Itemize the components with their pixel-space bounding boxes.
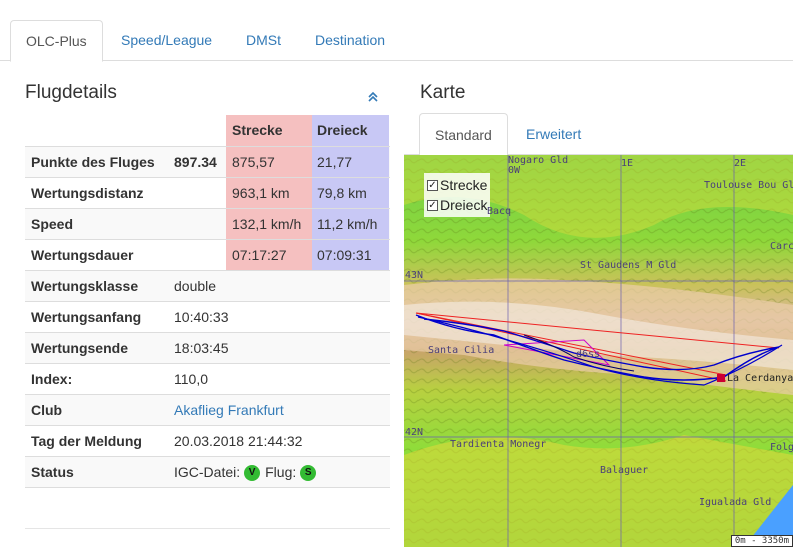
strecke-value: 132,1 km/h <box>226 209 312 240</box>
map-label: 2E <box>734 158 747 169</box>
flight-details-title: Flugdetails <box>25 82 117 103</box>
divider <box>25 528 390 529</box>
map-label: Toulouse Bou Gld <box>704 180 793 191</box>
strecke-value: 875,57 <box>226 147 312 178</box>
row-value: 110,0 <box>174 371 208 387</box>
table-row: Wertungsdauer 07:17:27 07:09:31 <box>25 239 390 271</box>
row-label: Wertungsdauer <box>31 247 134 263</box>
map-label: Folg <box>770 442 793 453</box>
layer-dreieck-label: Dreieck <box>440 197 488 213</box>
map-label: Carc <box>770 241 793 252</box>
table-row: Wertungsklasse double <box>25 270 390 301</box>
flug-label: Flug: <box>265 464 297 480</box>
table-row: Tag der Meldung 20.03.2018 21:44:32 <box>25 425 390 456</box>
row-label: Wertungsanfang <box>31 309 142 325</box>
map-label: Tardienta Monegr <box>450 439 547 450</box>
layer-dreieck[interactable]: ✓ Dreieck <box>427 195 487 215</box>
dreieck-value: 11,2 km/h <box>312 209 389 240</box>
igc-label: IGC-Datei: <box>174 464 241 480</box>
row-value: 18:03:45 <box>174 340 229 356</box>
dreieck-value: 21,77 <box>312 147 389 178</box>
map-label: 42N <box>405 427 424 438</box>
table-row: Club Akaflieg Frankfurt <box>25 394 390 425</box>
tab-standard[interactable]: Standard <box>419 113 508 156</box>
table-header-row: Strecke Dreieck <box>25 115 390 146</box>
map-scale: 0m - 3350m <box>730 535 793 547</box>
strecke-value: 963,1 km <box>226 178 312 209</box>
table-row: Wertungsende 18:03:45 <box>25 332 390 363</box>
map-label: 1E <box>621 158 634 169</box>
map-label: 0W <box>508 165 521 176</box>
tab-erweitert[interactable]: Erweitert <box>511 113 596 155</box>
row-value: 10:40:33 <box>174 309 229 325</box>
club-link[interactable]: Akaflieg Frankfurt <box>174 395 284 426</box>
map-label: Bacq <box>487 206 512 217</box>
map-tabs: Standard Erweitert <box>404 113 793 156</box>
map-title: Karte <box>420 82 466 103</box>
map-label: Igualada Gld <box>699 497 772 508</box>
table-row: Speed 132,1 km/h 11,2 km/h <box>25 208 390 240</box>
map-label: d6ss <box>576 349 601 360</box>
dreieck-value: 79,8 km <box>312 178 389 209</box>
table-row: Wertungsanfang 10:40:33 <box>25 301 390 332</box>
row-label: Club <box>31 402 63 418</box>
layer-strecke-label: Strecke <box>440 177 488 193</box>
map-label: La Cerdanya <box>727 373 793 384</box>
tab-olc-plus[interactable]: OLC-Plus <box>10 20 103 62</box>
row-label: Index: <box>31 371 73 387</box>
row-label: Wertungsklasse <box>31 278 139 294</box>
table-row: Punkte des Fluges 897.34 875,57 21,77 <box>25 146 390 178</box>
map-label: Santa Cilia <box>428 345 495 356</box>
row-value: 897.34 <box>174 154 217 170</box>
tab-destination[interactable]: Destination <box>300 20 400 61</box>
igc-status-badge: V <box>244 465 261 482</box>
row-value: 20.03.2018 21:44:32 <box>174 433 303 449</box>
table-row: Status IGC-Datei: V Flug: S <box>25 456 390 487</box>
table-end <box>25 487 390 488</box>
row-label: Status <box>31 464 74 480</box>
result-tabs: OLC-Plus Speed/League DMSt Destination <box>0 0 793 62</box>
row-label: Wertungsdistanz <box>31 185 144 201</box>
map-label: St Gaudens M Gld <box>580 260 677 271</box>
row-label: Tag der Meldung <box>31 433 142 449</box>
column-header-dreieck: Dreieck <box>312 115 389 146</box>
column-header-strecke: Strecke <box>226 115 312 146</box>
layer-strecke[interactable]: ✓ Strecke <box>427 175 487 195</box>
table-row: Index: 110,0 <box>25 363 390 394</box>
map-label: 43N <box>405 270 424 281</box>
layer-switcher: ✓ Strecke ✓ Dreieck <box>424 173 491 217</box>
dreieck-value: 07:09:31 <box>312 240 389 271</box>
map-label: Balaguer <box>600 465 649 476</box>
flight-map[interactable]: ✓ Strecke ✓ Dreieck Nogaro Gld 0W 1E 2E … <box>404 155 793 547</box>
status-value: IGC-Datei: V Flug: S <box>174 457 321 488</box>
row-label: Speed <box>31 216 74 232</box>
row-label: Wertungsende <box>31 340 128 356</box>
strecke-value: 07:17:27 <box>226 240 312 271</box>
collapse-icon[interactable] <box>366 90 380 104</box>
flug-status-badge: S <box>300 465 317 482</box>
row-label: Punkte des Fluges <box>31 154 155 170</box>
checkbox-checked-icon[interactable]: ✓ <box>427 199 438 211</box>
checkbox-checked-icon[interactable]: ✓ <box>427 179 438 191</box>
table-row: Wertungsdistanz 963,1 km 79,8 km <box>25 177 390 209</box>
row-value: double <box>174 278 217 294</box>
tab-dmst[interactable]: DMSt <box>231 20 296 61</box>
tab-speed-league[interactable]: Speed/League <box>106 20 227 61</box>
